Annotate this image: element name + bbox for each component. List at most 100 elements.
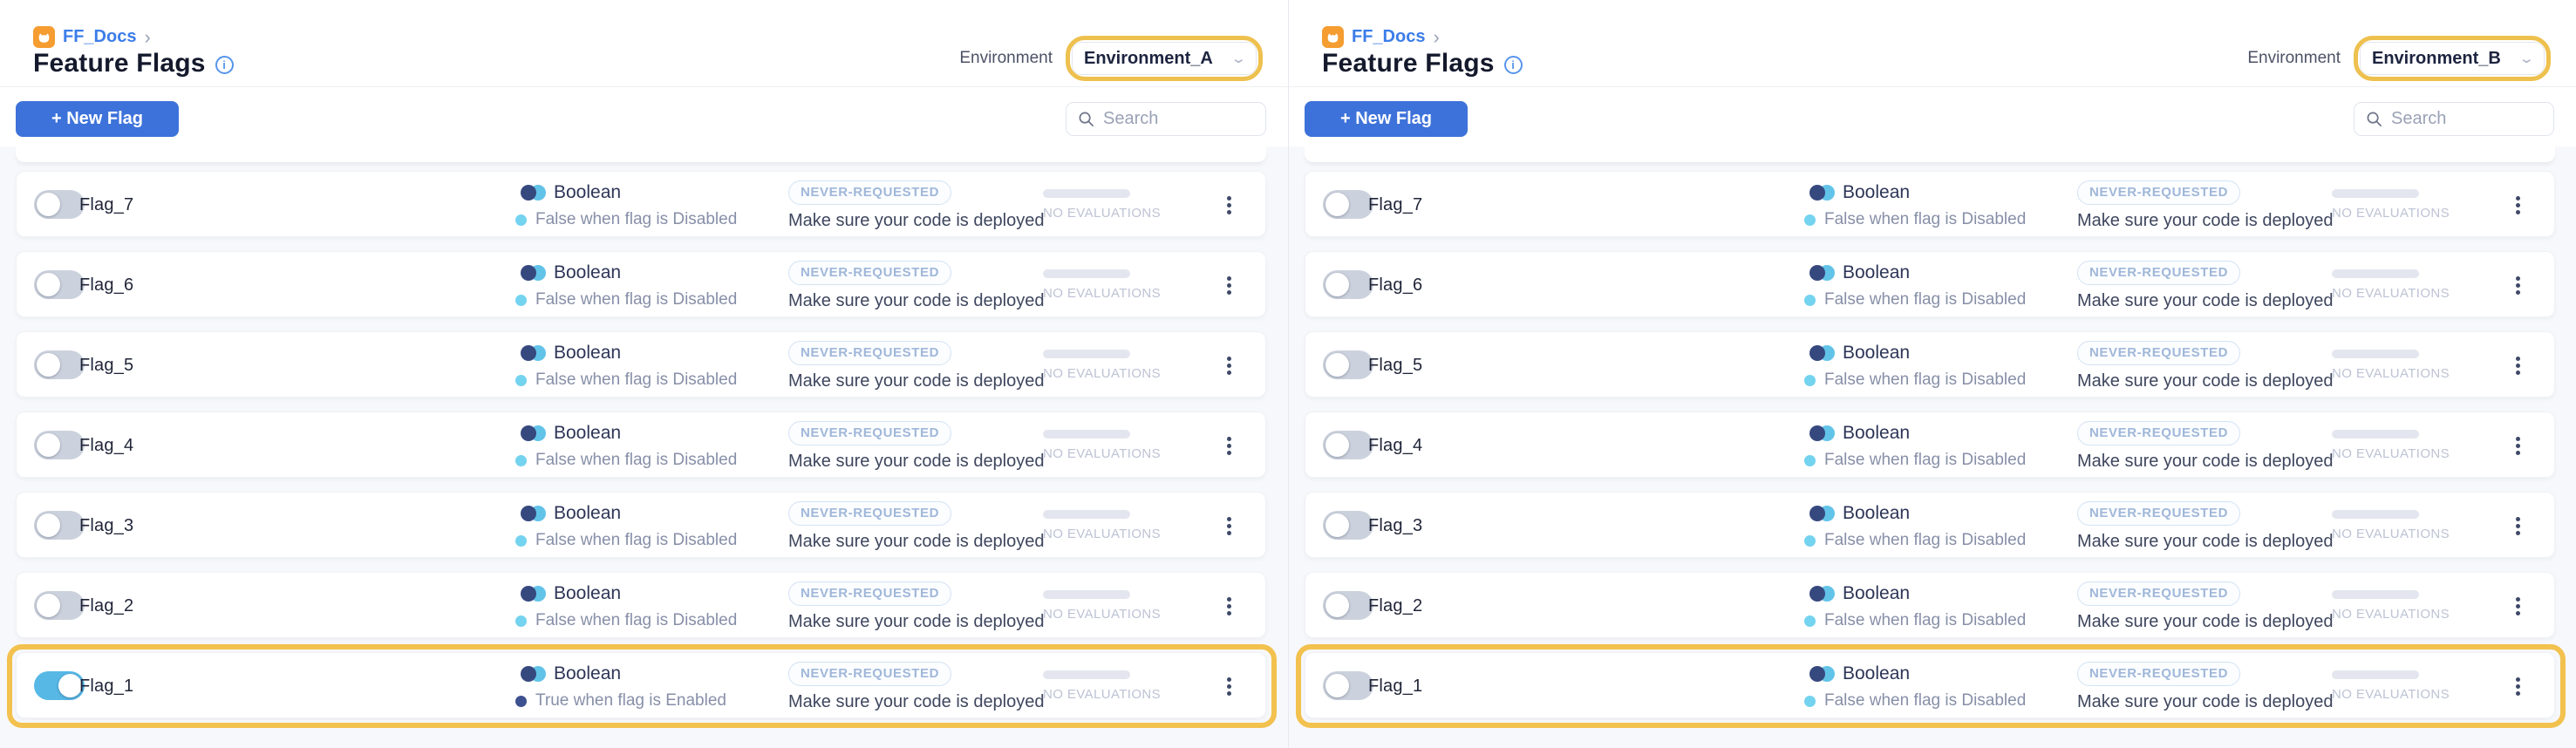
flag-row[interactable]: Flag_2 Boolean False when flag is Disabl… — [1305, 572, 2555, 638]
row-menu-kebab-icon[interactable] — [2502, 426, 2533, 465]
environment-selector: Environment Environment_A ⌄ — [959, 36, 1263, 81]
flag-type-label: Boolean — [1843, 262, 1910, 283]
info-icon[interactable]: i — [215, 56, 234, 74]
flag-toggle[interactable] — [34, 671, 85, 700]
flag-row[interactable]: Flag_1 Boolean False when flag is Disabl… — [1305, 652, 2555, 718]
flag-row[interactable]: Flag_1 Boolean True when flag is Enabled… — [16, 652, 1266, 718]
evaluations-progress-bar — [1043, 350, 1130, 358]
search-icon — [2366, 111, 2382, 127]
flag-toggle[interactable] — [34, 511, 85, 540]
flag-toggle[interactable] — [34, 190, 85, 219]
serving-value-text: False when flag is Disabled — [1824, 531, 2026, 550]
evaluations-block: NO EVALUATIONS — [1043, 510, 1161, 541]
flag-toggle[interactable] — [1323, 511, 1373, 540]
row-menu-kebab-icon[interactable] — [1213, 346, 1244, 384]
flag-row[interactable]: Flag_5 Boolean False when flag is Disabl… — [16, 331, 1266, 398]
info-icon[interactable]: i — [1504, 56, 1523, 74]
serving-value-dot-icon — [1804, 295, 1816, 306]
flag-row[interactable]: Flag_7 Boolean False when flag is Disabl… — [16, 171, 1266, 237]
evaluations-progress-bar — [1043, 510, 1130, 519]
status-badge: NEVER-REQUESTED — [2077, 341, 2240, 365]
evaluations-block: NO EVALUATIONS — [2332, 269, 2450, 301]
flag-row[interactable]: Flag_4 Boolean False when flag is Disabl… — [1305, 411, 2555, 478]
clipped-flag-row — [16, 146, 1266, 162]
flag-row[interactable]: Flag_3 Boolean False when flag is Disabl… — [16, 492, 1266, 558]
evaluations-label: NO EVALUATIONS — [2332, 206, 2450, 221]
row-menu-kebab-icon[interactable] — [2502, 667, 2533, 705]
row-menu-kebab-icon[interactable] — [1213, 426, 1244, 465]
header-divider — [0, 86, 1288, 87]
status-hint: Make sure your code is deployed — [2077, 532, 2334, 552]
evaluations-block: NO EVALUATIONS — [1043, 430, 1161, 461]
flag-type-label: Boolean — [554, 583, 621, 604]
new-flag-button[interactable]: + New Flag — [1305, 101, 1468, 137]
status-hint: Make sure your code is deployed — [2077, 612, 2334, 632]
environment-select[interactable]: Environment_A ⌄ — [1072, 42, 1257, 75]
flag-toggle[interactable] — [1323, 591, 1373, 620]
flag-toggle[interactable] — [1323, 431, 1373, 459]
search-input[interactable] — [1103, 109, 1254, 129]
status-badge: NEVER-REQUESTED — [2077, 501, 2240, 526]
flag-toggle[interactable] — [34, 270, 85, 299]
evaluations-progress-bar — [1043, 189, 1130, 198]
environment-select[interactable]: Environment_B ⌄ — [2360, 42, 2545, 75]
chevron-down-icon: ⌄ — [1230, 51, 1247, 66]
page-title: Feature Flags i — [33, 49, 234, 78]
row-menu-kebab-icon[interactable] — [1213, 587, 1244, 625]
breadcrumb-project-link[interactable]: FF_Docs — [1352, 27, 1425, 47]
evaluations-label: NO EVALUATIONS — [2332, 607, 2450, 622]
flag-toggle[interactable] — [34, 591, 85, 620]
row-menu-kebab-icon[interactable] — [1213, 266, 1244, 304]
flag-toggle[interactable] — [1323, 270, 1373, 299]
row-menu-kebab-icon[interactable] — [2502, 507, 2533, 545]
flag-row[interactable]: Flag_3 Boolean False when flag is Disabl… — [1305, 492, 2555, 558]
flag-row[interactable]: Flag_4 Boolean False when flag is Disabl… — [16, 411, 1266, 478]
flag-toggle[interactable] — [1323, 350, 1373, 379]
highlight-ring: Environment_A ⌄ — [1066, 36, 1263, 81]
flag-row[interactable]: Flag_6 Boolean False when flag is Disabl… — [16, 251, 1266, 317]
evaluations-progress-bar — [2332, 350, 2419, 358]
status-badge: NEVER-REQUESTED — [788, 501, 951, 526]
flag-type-block: Boolean False when flag is Disabled — [1804, 423, 2026, 470]
flag-row[interactable]: Flag_5 Boolean False when flag is Disabl… — [1305, 331, 2555, 398]
flag-type-label: Boolean — [554, 182, 621, 203]
row-menu-kebab-icon[interactable] — [2502, 587, 2533, 625]
flag-toggle[interactable] — [1323, 671, 1373, 700]
evaluations-block: NO EVALUATIONS — [2332, 670, 2450, 702]
row-menu-kebab-icon[interactable] — [2502, 346, 2533, 384]
breadcrumb-chevron-icon: › — [144, 29, 150, 46]
flag-type-label: Boolean — [1843, 182, 1910, 203]
flag-toggle[interactable] — [1323, 190, 1373, 219]
serving-value-dot-icon — [515, 375, 527, 386]
toggle-knob — [1325, 353, 1349, 377]
status-badge: NEVER-REQUESTED — [788, 581, 951, 606]
flag-row[interactable]: Flag_7 Boolean False when flag is Disabl… — [1305, 171, 2555, 237]
status-hint: Make sure your code is deployed — [788, 211, 1045, 231]
evaluations-label: NO EVALUATIONS — [1043, 687, 1161, 702]
toggle-knob — [58, 674, 82, 697]
new-flag-button[interactable]: + New Flag — [16, 101, 179, 137]
environment-label: Environment — [2247, 49, 2341, 68]
row-menu-kebab-icon[interactable] — [2502, 186, 2533, 224]
search-input[interactable] — [2391, 109, 2542, 129]
evaluations-progress-bar — [1043, 590, 1130, 599]
flag-type-block: Boolean False when flag is Disabled — [515, 423, 737, 470]
boolean-type-icon — [521, 666, 546, 682]
search-box — [1066, 102, 1266, 136]
breadcrumb-project-link[interactable]: FF_Docs — [63, 27, 136, 47]
row-menu-kebab-icon[interactable] — [1213, 507, 1244, 545]
flag-toggle[interactable] — [34, 350, 85, 379]
flag-toggle[interactable] — [34, 431, 85, 459]
flag-status-block: NEVER-REQUESTED Make sure your code is d… — [2077, 421, 2334, 472]
flag-status-block: NEVER-REQUESTED Make sure your code is d… — [2077, 261, 2334, 311]
project-logo-icon — [33, 26, 55, 48]
flag-row[interactable]: Flag_6 Boolean False when flag is Disabl… — [1305, 251, 2555, 317]
row-menu-kebab-icon[interactable] — [1213, 667, 1244, 705]
flag-type-label: Boolean — [1843, 423, 1910, 444]
row-menu-kebab-icon[interactable] — [2502, 266, 2533, 304]
status-badge: NEVER-REQUESTED — [788, 662, 951, 686]
row-menu-kebab-icon[interactable] — [1213, 186, 1244, 224]
status-badge: NEVER-REQUESTED — [788, 261, 951, 285]
flag-row[interactable]: Flag_2 Boolean False when flag is Disabl… — [16, 572, 1266, 638]
toggle-knob — [1325, 513, 1349, 537]
